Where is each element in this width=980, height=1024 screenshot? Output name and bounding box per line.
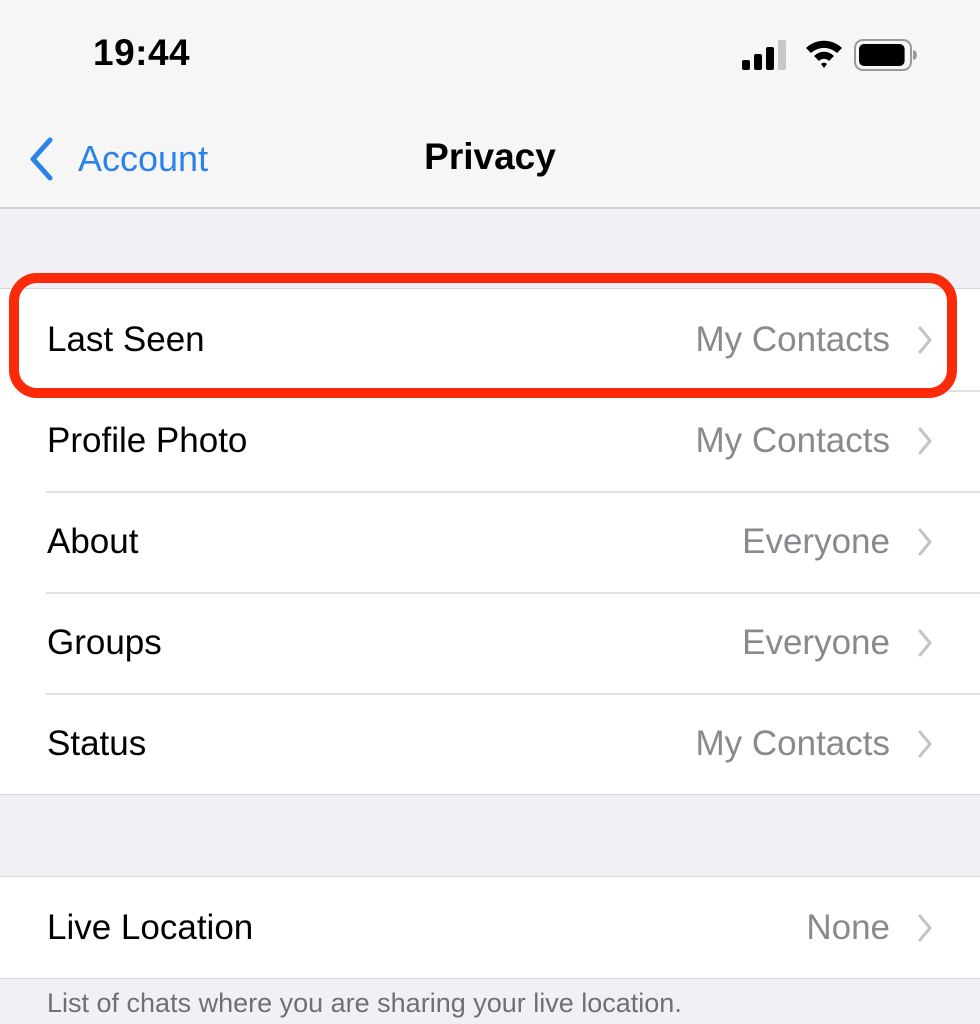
top-bar: 19:44 Account Privacy: [0, 0, 980, 209]
row-label: Last Seen: [47, 319, 205, 359]
row-groups[interactable]: Groups Everyone: [0, 592, 980, 693]
row-about[interactable]: About Everyone: [0, 491, 980, 592]
live-location-section: Live Location None: [0, 876, 980, 979]
row-label: Profile Photo: [47, 420, 248, 460]
chevron-right-icon: [918, 528, 932, 555]
row-status[interactable]: Status My Contacts: [0, 693, 980, 794]
chevron-right-icon: [918, 730, 932, 757]
signal-bar: [766, 47, 774, 70]
row-label: Status: [47, 723, 147, 763]
battery-fill: [859, 44, 905, 66]
row-value: My Contacts: [695, 319, 891, 359]
row-value: None: [806, 907, 890, 947]
privacy-settings-section: Last Seen My Contacts Profile Photo My C…: [0, 288, 980, 795]
chevron-right-icon: [918, 427, 932, 454]
navigation-bar: Account Privacy: [0, 110, 980, 206]
chevron-right-icon: [918, 914, 932, 941]
row-label: About: [47, 521, 139, 561]
signal-bar: [754, 54, 762, 70]
wifi-icon: [806, 40, 842, 68]
page-title: Privacy: [424, 136, 556, 177]
row-live-location[interactable]: Live Location None: [0, 877, 980, 978]
chevron-right-icon: [918, 629, 932, 656]
status-icons: [740, 36, 930, 76]
row-value: Everyone: [742, 622, 890, 662]
row-value: Everyone: [742, 521, 890, 561]
row-value: My Contacts: [695, 723, 891, 763]
signal-bar: [742, 60, 750, 70]
battery-icon: [854, 39, 917, 71]
status-time: 19:44: [93, 32, 191, 73]
row-profile-photo[interactable]: Profile Photo My Contacts: [0, 390, 980, 491]
section-footer-note: List of chats where you are sharing your…: [47, 988, 682, 1018]
row-last-seen[interactable]: Last Seen My Contacts: [0, 289, 980, 390]
cellular-signal-icon: [742, 40, 788, 70]
row-label: Groups: [47, 622, 162, 662]
signal-bar: [778, 40, 786, 70]
row-label: Live Location: [47, 907, 254, 947]
chevron-right-icon: [918, 326, 932, 353]
row-value: My Contacts: [695, 420, 891, 460]
